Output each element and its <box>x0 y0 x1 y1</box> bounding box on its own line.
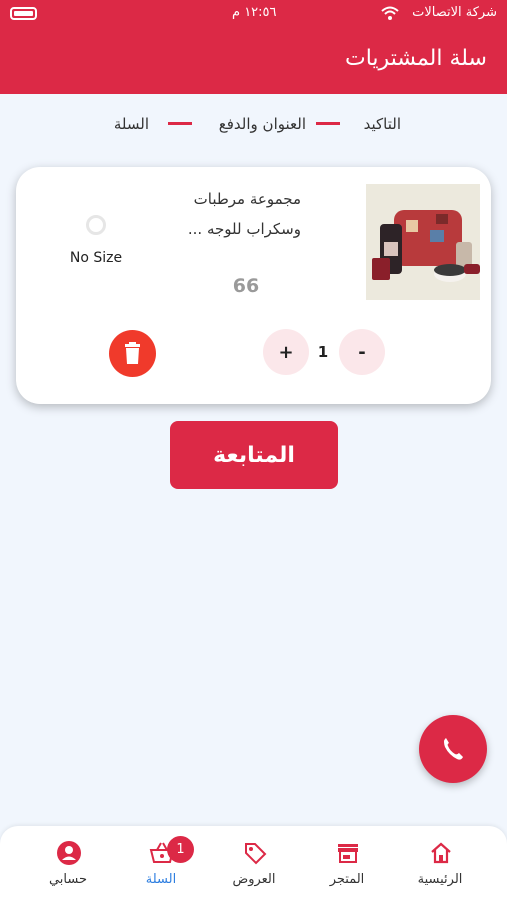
cart-count-badge: 1 <box>167 836 194 863</box>
nav-account[interactable]: حسابي <box>23 838 113 898</box>
trash-icon <box>125 342 140 364</box>
step-divider <box>316 122 340 125</box>
delete-item-button[interactable] <box>109 330 156 377</box>
home-icon <box>431 842 451 864</box>
nav-cart-label: السلة <box>145 872 177 887</box>
call-button[interactable] <box>419 715 487 783</box>
cart-item-card: مجموعة مرطبات وسكراب للوجه ... No Size 6… <box>16 167 491 404</box>
app-header: شركة الاتصالات ١٢:٥٦ م سلة المشتريات <box>0 0 507 94</box>
nav-offers[interactable]: العروض <box>209 838 299 898</box>
bottom-nav: الرئيسية المتجر العروض السلة حسابي <box>0 826 507 900</box>
step-confirm: التاكيد <box>363 115 401 133</box>
size-radio-button[interactable] <box>86 215 106 235</box>
tag-icon <box>245 843 267 865</box>
nav-home[interactable]: الرئيسية <box>395 838 485 898</box>
step-divider <box>168 122 192 125</box>
nav-store[interactable]: المتجر <box>302 838 392 898</box>
product-image <box>366 184 480 300</box>
quantity-value: 1 <box>317 343 329 361</box>
store-icon <box>338 844 358 863</box>
nav-account-label: حسابي <box>48 872 88 887</box>
status-bar: شركة الاتصالات ١٢:٥٦ م <box>0 0 507 30</box>
nav-store-label: المتجر <box>329 872 365 887</box>
nav-offers-label: العروض <box>232 872 276 887</box>
increment-quantity-button[interactable]: + <box>263 329 309 375</box>
battery-icon <box>10 7 37 20</box>
page-title: سلة المشتريات <box>345 46 487 71</box>
status-time: ١٢:٥٦ م <box>232 5 277 20</box>
product-image-art <box>372 210 480 282</box>
continue-button[interactable]: المتابعة <box>170 421 338 489</box>
phone-icon <box>444 738 463 760</box>
product-name: مجموعة مرطبات وسكراب للوجه ... <box>111 184 301 244</box>
decrement-quantity-button[interactable]: - <box>339 329 385 375</box>
size-label: No Size <box>69 250 123 266</box>
product-price: 66 <box>232 275 260 297</box>
product-name-line2: وسكراب للوجه ... <box>187 220 301 238</box>
wifi-icon <box>381 6 399 20</box>
step-cart: السلة <box>113 115 149 133</box>
product-name-line1: مجموعة مرطبات <box>193 190 301 208</box>
user-icon <box>57 841 81 865</box>
nav-home-label: الرئيسية <box>417 872 463 887</box>
status-carrier: شركة الاتصالات <box>412 5 497 20</box>
step-address-payment: العنوان والدفع <box>218 115 306 133</box>
